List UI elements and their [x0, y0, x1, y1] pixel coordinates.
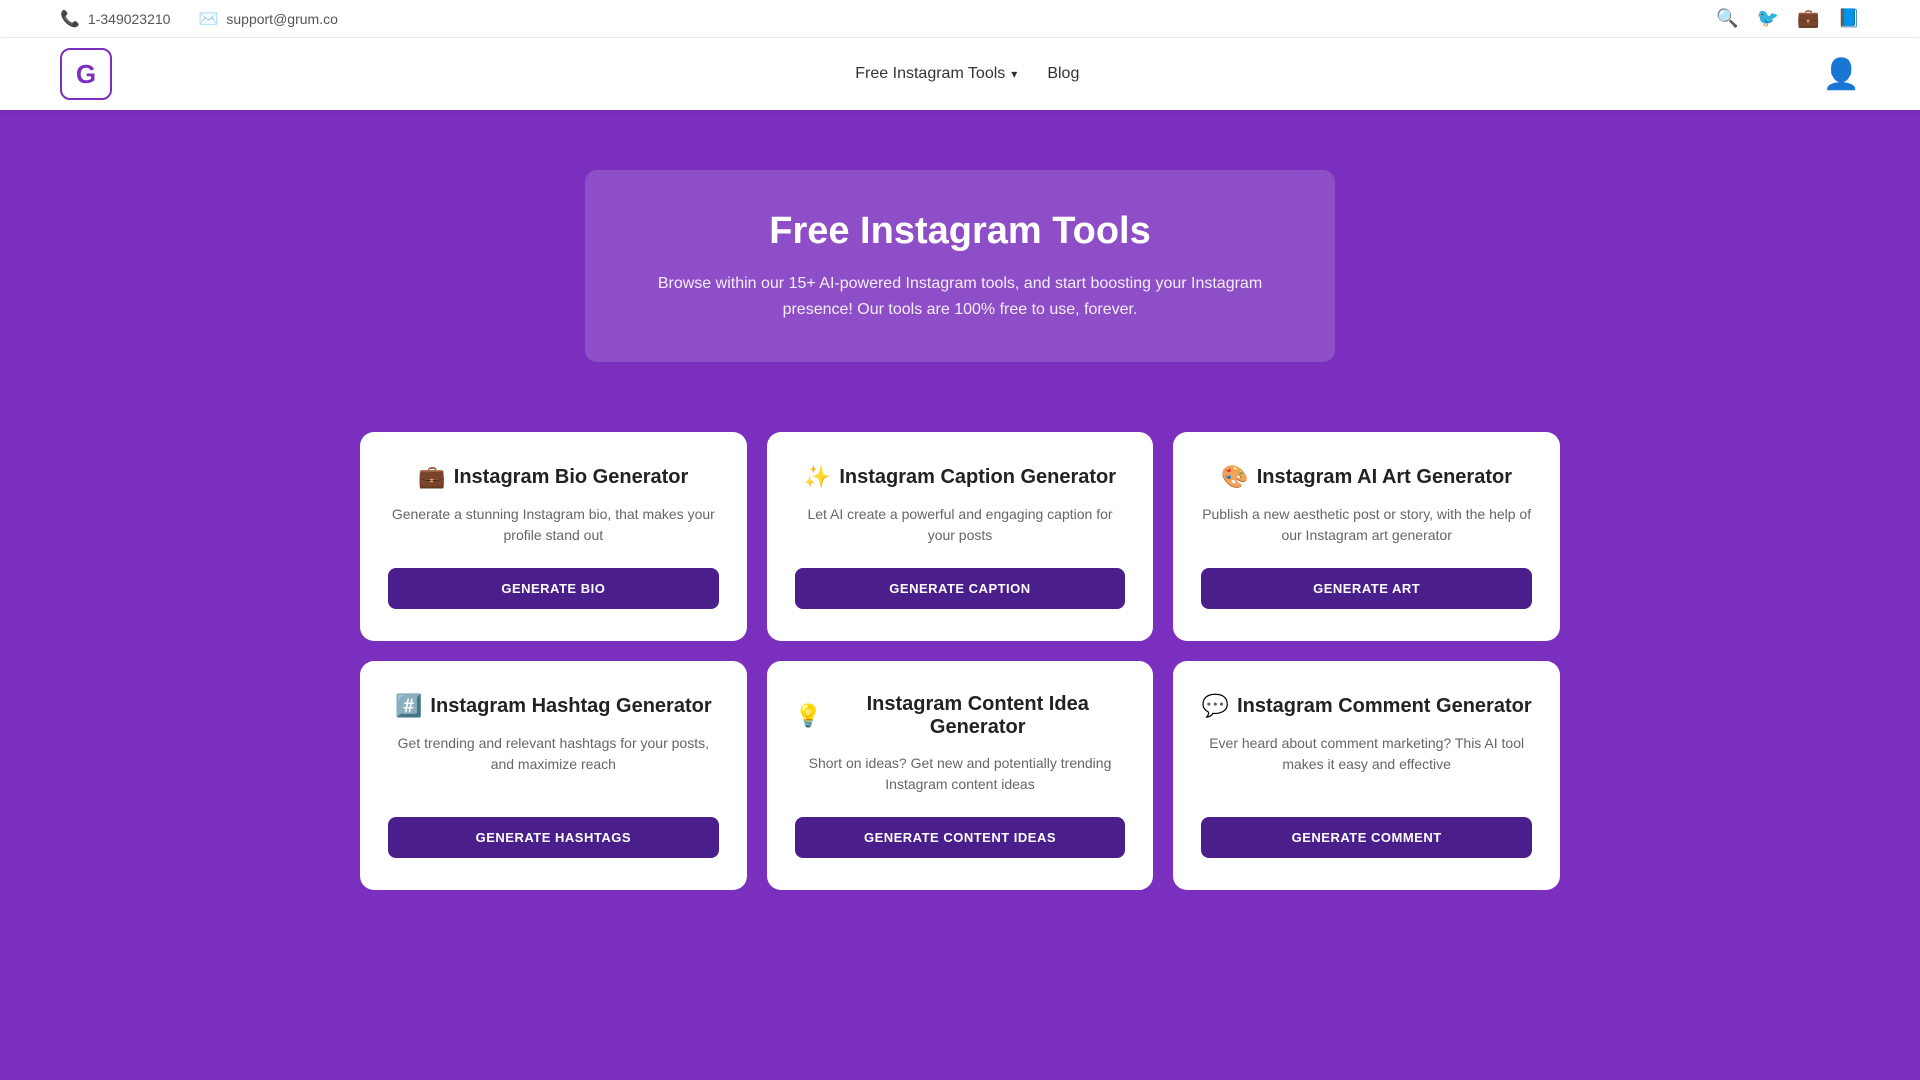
- hero-description: Browse within our 15+ AI-powered Instagr…: [645, 271, 1275, 322]
- generate-art-button[interactable]: GENERATE ART: [1201, 568, 1532, 609]
- social-links: 🔍 🐦 💼 📘: [1716, 8, 1860, 29]
- logo-letter: G: [76, 59, 96, 90]
- card-art-title: Instagram AI Art Generator: [1257, 466, 1512, 489]
- logo-container[interactable]: G: [60, 48, 112, 100]
- card-content-desc: Short on ideas? Get new and potentially …: [795, 753, 1126, 795]
- email-address: support@grum.co: [226, 11, 337, 27]
- logo-box: G: [60, 48, 112, 100]
- user-icon[interactable]: 👤: [1823, 57, 1860, 92]
- generate-hashtags-button[interactable]: GENERATE HASHTAGS: [388, 817, 719, 858]
- card-caption-desc: Let AI create a powerful and engaging ca…: [795, 504, 1126, 546]
- facebook-icon[interactable]: 📘: [1838, 8, 1860, 29]
- nav-item-blog[interactable]: Blog: [1047, 65, 1079, 83]
- generate-bio-button[interactable]: GENERATE BIO: [388, 568, 719, 609]
- twitter-icon[interactable]: 🐦: [1757, 8, 1779, 29]
- card-bio-emoji: 💼: [418, 464, 445, 490]
- top-bar: 📞 1-349023210 ✉️ support@grum.co 🔍 🐦 💼 📘: [0, 0, 1920, 38]
- cards-grid: 💼 Instagram Bio Generator Generate a stu…: [360, 432, 1560, 890]
- search-icon[interactable]: 🔍: [1716, 8, 1738, 29]
- nav-item-tools[interactable]: Free Instagram Tools ▾: [855, 65, 1017, 83]
- card-caption-emoji: ✨: [804, 464, 831, 490]
- card-caption-generator: ✨ Instagram Caption Generator Let AI cre…: [767, 432, 1154, 641]
- nav-label-tools: Free Instagram Tools: [855, 65, 1005, 83]
- generate-caption-button[interactable]: GENERATE CAPTION: [795, 568, 1126, 609]
- phone-icon: 📞: [60, 9, 80, 29]
- hero-section: Free Instagram Tools Browse within our 1…: [0, 110, 1920, 402]
- generate-comment-button[interactable]: GENERATE COMMENT: [1201, 817, 1532, 858]
- card-comment-emoji: 💬: [1202, 693, 1229, 719]
- card-art-emoji: 🎨: [1221, 464, 1248, 490]
- card-bio-generator: 💼 Instagram Bio Generator Generate a stu…: [360, 432, 747, 641]
- email-icon: ✉️: [198, 9, 218, 29]
- hero-card: Free Instagram Tools Browse within our 1…: [585, 170, 1335, 362]
- card-hashtag-title: Instagram Hashtag Generator: [430, 695, 711, 718]
- card-art-generator: 🎨 Instagram AI Art Generator Publish a n…: [1173, 432, 1560, 641]
- card-art-desc: Publish a new aesthetic post or story, w…: [1201, 504, 1532, 546]
- card-comment-desc: Ever heard about comment marketing? This…: [1201, 733, 1532, 795]
- generate-content-ideas-button[interactable]: GENERATE CONTENT IDEAS: [795, 817, 1126, 858]
- nav-links: Free Instagram Tools ▾ Blog: [855, 65, 1079, 83]
- cards-section: 💼 Instagram Bio Generator Generate a stu…: [0, 402, 1920, 930]
- navbar: G Free Instagram Tools ▾ Blog 👤: [0, 38, 1920, 110]
- card-hashtag-emoji: #️⃣: [395, 693, 422, 719]
- card-bio-title: Instagram Bio Generator: [454, 466, 689, 489]
- card-bio-desc: Generate a stunning Instagram bio, that …: [388, 504, 719, 546]
- nav-label-blog: Blog: [1047, 65, 1079, 83]
- top-bar-contacts: 📞 1-349023210 ✉️ support@grum.co: [60, 9, 338, 29]
- card-comment-title: Instagram Comment Generator: [1237, 695, 1532, 718]
- phone-contact: 📞 1-349023210: [60, 9, 170, 29]
- linkedin-icon[interactable]: 💼: [1797, 8, 1819, 29]
- card-content-idea-generator: 💡 Instagram Content Idea Generator Short…: [767, 661, 1154, 890]
- card-hashtag-desc: Get trending and relevant hashtags for y…: [388, 733, 719, 795]
- phone-number: 1-349023210: [88, 11, 171, 27]
- chevron-down-icon: ▾: [1011, 67, 1017, 81]
- email-contact: ✉️ support@grum.co: [198, 9, 337, 29]
- card-content-title: Instagram Content Idea Generator: [830, 693, 1125, 739]
- card-caption-title: Instagram Caption Generator: [839, 466, 1116, 489]
- card-hashtag-generator: #️⃣ Instagram Hashtag Generator Get tren…: [360, 661, 747, 890]
- card-content-emoji: 💡: [795, 703, 822, 729]
- hero-title: Free Instagram Tools: [645, 210, 1275, 253]
- card-comment-generator: 💬 Instagram Comment Generator Ever heard…: [1173, 661, 1560, 890]
